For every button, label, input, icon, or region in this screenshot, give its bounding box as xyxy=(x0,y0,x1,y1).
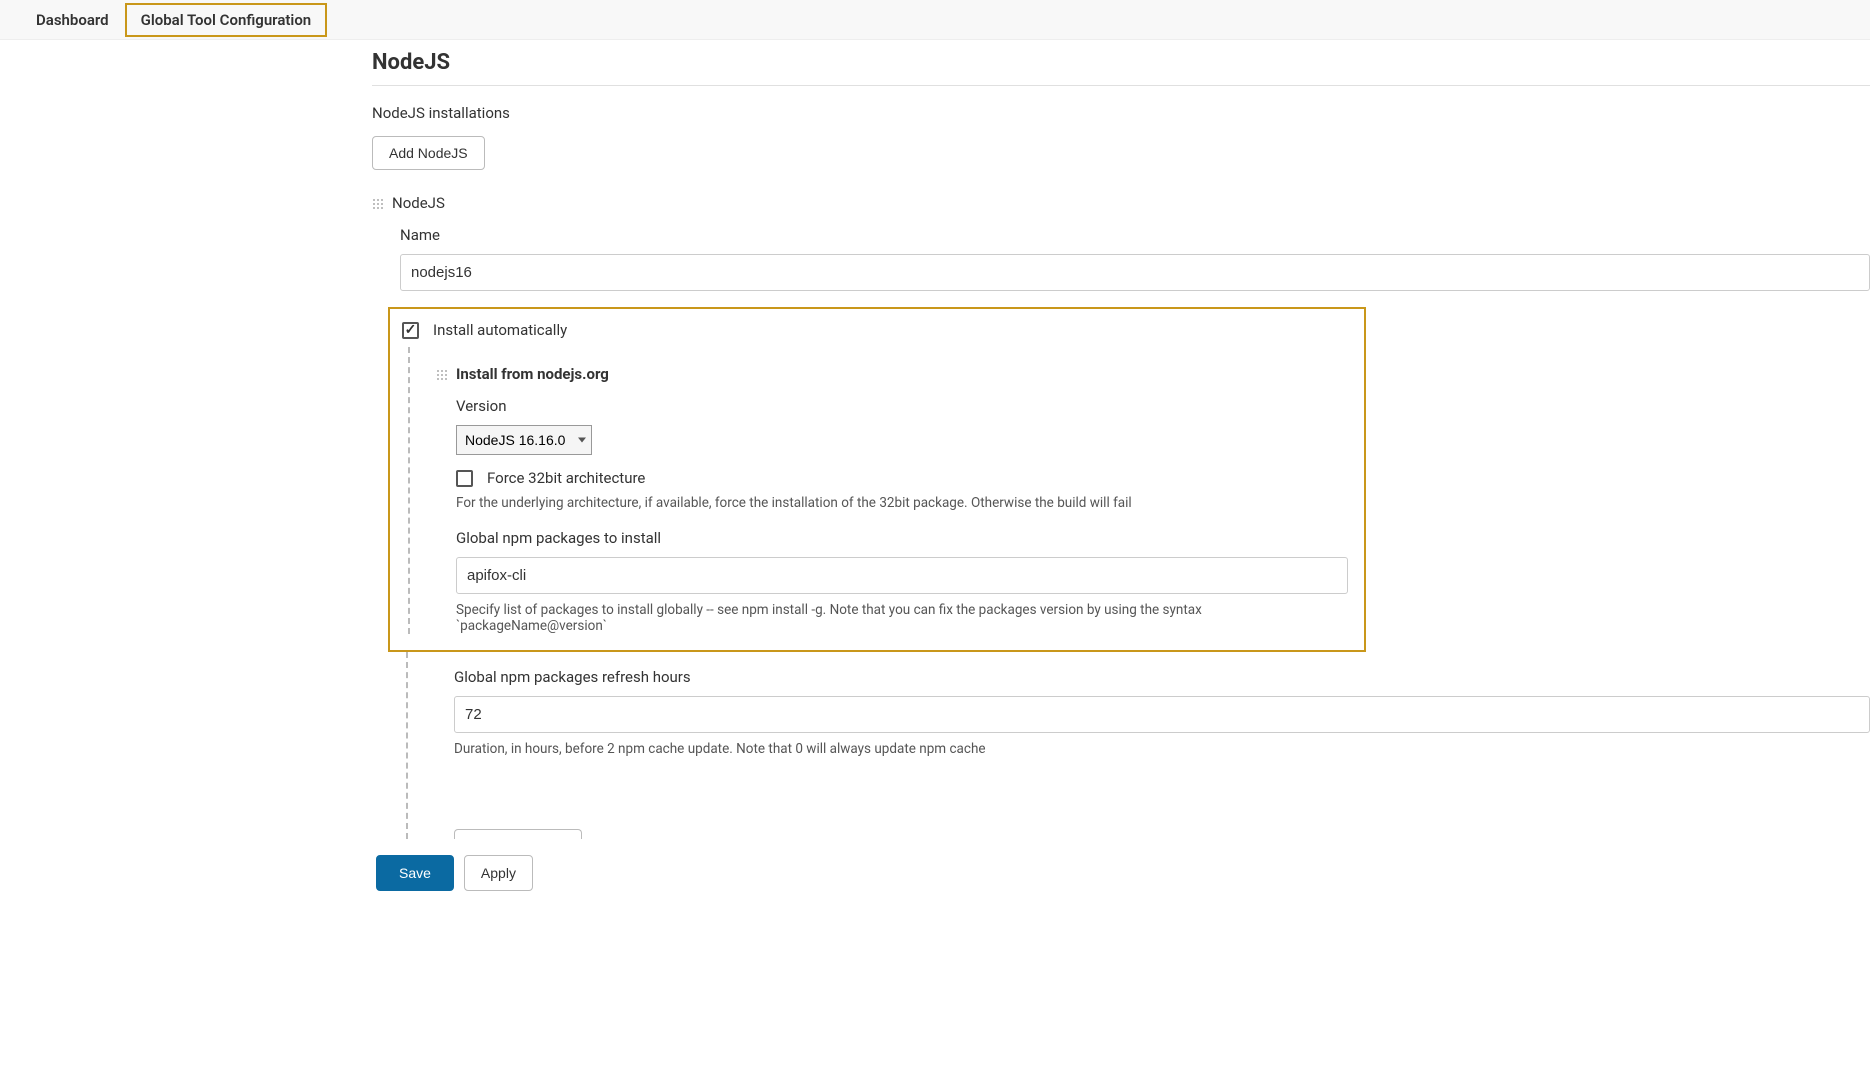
refresh-input[interactable] xyxy=(454,696,1870,733)
partial-button-cutoff xyxy=(454,829,582,839)
breadcrumb-dashboard[interactable]: Dashboard xyxy=(20,3,125,37)
name-label: Name xyxy=(400,226,1870,244)
tool-header: NodeJS xyxy=(392,194,445,212)
breadcrumb: Dashboard Global Tool Configuration xyxy=(0,0,1870,40)
drag-handle-icon[interactable] xyxy=(372,198,384,210)
tool-block: NodeJS xyxy=(372,194,1870,212)
name-field: Name xyxy=(400,226,1870,291)
section-title-nodejs: NodeJS xyxy=(372,50,1870,86)
version-label: Version xyxy=(456,397,1348,415)
add-nodejs-button[interactable]: Add NodeJS xyxy=(372,136,485,170)
version-select-wrap: NodeJS 16.16.0 xyxy=(456,425,592,455)
packages-input[interactable] xyxy=(456,557,1348,594)
save-button[interactable]: Save xyxy=(376,855,454,891)
refresh-field: Global npm packages refresh hours Durati… xyxy=(454,668,1870,757)
packages-field: Global npm packages to install Specify l… xyxy=(456,529,1348,634)
install-auto-highlight-box: Install automatically Install from nodej… xyxy=(388,307,1366,652)
installer-area: Install from nodejs.org Version NodeJS 1… xyxy=(408,347,1348,634)
force-32bit-checkbox[interactable] xyxy=(456,470,473,487)
refresh-help: Duration, in hours, before 2 npm cache u… xyxy=(454,741,1870,757)
drag-handle-icon[interactable] xyxy=(436,369,448,381)
refresh-label: Global npm packages refresh hours xyxy=(454,668,1870,686)
apply-button[interactable]: Apply xyxy=(464,855,533,891)
force-32bit-help: For the underlying architecture, if avai… xyxy=(456,495,1348,511)
bottom-buttons: Save Apply xyxy=(376,855,1870,891)
install-auto-row: Install automatically xyxy=(390,321,1348,339)
install-auto-checkbox[interactable] xyxy=(402,322,419,339)
packages-label: Global npm packages to install xyxy=(456,529,1348,547)
installer-title: Install from nodejs.org xyxy=(456,365,609,383)
name-input[interactable] xyxy=(400,254,1870,291)
install-auto-label: Install automatically xyxy=(433,321,567,339)
installer-block: Install from nodejs.org xyxy=(436,365,1348,383)
installations-label: NodeJS installations xyxy=(372,104,1870,122)
installer-continue: Global npm packages refresh hours Durati… xyxy=(406,652,1870,839)
version-field: Version NodeJS 16.16.0 xyxy=(456,397,1348,455)
packages-help: Specify list of packages to install glob… xyxy=(456,602,1348,634)
main-content: NodeJS NodeJS installations Add NodeJS N… xyxy=(372,40,1870,891)
breadcrumb-global-tool-config[interactable]: Global Tool Configuration xyxy=(125,3,328,37)
force32-field: Force 32bit architecture For the underly… xyxy=(456,469,1348,511)
force-32bit-label: Force 32bit architecture xyxy=(487,469,645,487)
version-select[interactable]: NodeJS 16.16.0 xyxy=(456,425,592,455)
